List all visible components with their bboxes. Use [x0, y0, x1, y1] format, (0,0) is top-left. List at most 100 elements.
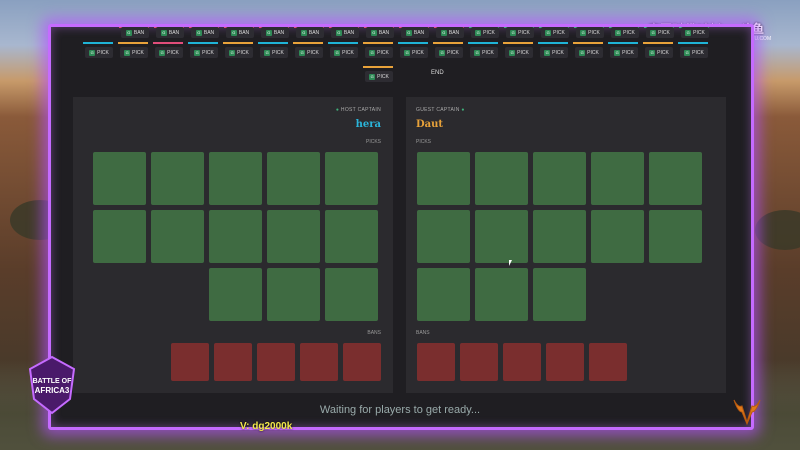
guest-pick-tile[interactable]	[533, 210, 586, 263]
slot-label: PICK	[517, 49, 529, 56]
host-pick-tile[interactable]	[267, 268, 320, 321]
host-picks-label: PICKS	[365, 139, 381, 145]
guest-pick-tile[interactable]	[475, 152, 528, 205]
guest-pick-tile[interactable]	[533, 152, 586, 205]
draft-slot: G PICK	[608, 31, 638, 58]
host-captain-name: hera	[355, 119, 381, 130]
slot-label: PICK	[622, 49, 634, 56]
status-waiting: Waiting for players to get ready...	[319, 404, 481, 416]
draft-slot: G PICK	[503, 31, 533, 58]
host-pick-tile[interactable]	[209, 152, 262, 205]
guest-panel: GUEST CAPTAIN ● Daut PICKS BANS	[406, 97, 726, 393]
guest-pick-tile[interactable]	[475, 210, 528, 263]
host-caption-label: ● HOST CAPTAIN	[335, 107, 381, 113]
slot-label: PICK	[342, 49, 354, 56]
slot-label: PICK	[237, 49, 249, 56]
slot-label: PICK	[552, 49, 564, 56]
host-pick-tile[interactable]	[325, 268, 378, 321]
host-ban-tile[interactable]	[343, 343, 381, 381]
draft-end-label: END	[431, 70, 444, 76]
slot-label: PICK	[202, 49, 214, 56]
guest-pick-tile[interactable]	[417, 210, 470, 263]
slot-pill: G PICK	[330, 47, 358, 58]
slot-label: PICK	[97, 49, 109, 56]
host-ban-tile[interactable]	[257, 343, 295, 381]
slot-color-bar	[643, 42, 673, 44]
civ-badge-icon: G	[334, 49, 341, 56]
draft-window: G BAN G BAN G BAN G BAN G BAN G BAN G BAN G BAN G BAN G BAN…	[48, 24, 754, 430]
slot-pill: G PICK	[435, 47, 463, 58]
slot-color-bar	[538, 42, 568, 44]
viewer-caption: V: dg2000k	[240, 421, 293, 432]
slot-label: PICK	[412, 49, 424, 56]
guest-pick-tile[interactable]	[649, 210, 702, 263]
host-pick-tile[interactable]	[267, 152, 320, 205]
host-pick-tile[interactable]	[209, 268, 262, 321]
slot-label: PICK	[447, 49, 459, 56]
draft-slot: G PICK	[468, 31, 498, 58]
slot-pill: G PICK	[645, 47, 673, 58]
guest-bans-label: BANS	[416, 330, 430, 336]
civ-badge-icon: G	[194, 49, 201, 56]
host-ban-tile[interactable]	[214, 343, 252, 381]
slot-pill: G PICK	[225, 47, 253, 58]
guest-pick-tile[interactable]	[417, 152, 470, 205]
draft-slot: G PICK	[678, 31, 708, 58]
draft-slot-final: G PICK	[363, 55, 393, 82]
host-panel: ● HOST CAPTAIN hera PICKS BANS	[73, 97, 393, 393]
slot-color-bar	[503, 42, 533, 44]
guest-ready-dot-icon: ●	[459, 107, 465, 113]
host-pick-tile[interactable]	[325, 152, 378, 205]
slot-pill: G PICK	[540, 47, 568, 58]
guest-pick-tile[interactable]	[591, 152, 644, 205]
slot-color-bar	[188, 42, 218, 44]
draft-slot: G PICK	[118, 31, 148, 58]
slot-color-bar	[293, 42, 323, 44]
slot-color-bar	[118, 42, 148, 44]
slot-label: PICK	[587, 49, 599, 56]
host-pick-tile[interactable]	[209, 210, 262, 263]
host-ban-tile[interactable]	[171, 343, 209, 381]
civ-badge-icon: G	[509, 49, 516, 56]
guest-pick-tile[interactable]	[591, 210, 644, 263]
host-pick-tile[interactable]	[151, 210, 204, 263]
slot-pill: G PICK	[190, 47, 218, 58]
slot-pill: G PICK	[120, 47, 148, 58]
host-pick-tile[interactable]	[93, 210, 146, 263]
guest-pick-tile[interactable]	[533, 268, 586, 321]
host-ban-tile[interactable]	[300, 343, 338, 381]
guest-pick-tile[interactable]	[417, 268, 470, 321]
guest-pick-tile[interactable]	[649, 152, 702, 205]
guest-ban-tile[interactable]	[546, 343, 584, 381]
slot-color-bar	[398, 42, 428, 44]
slot-label: PICK	[377, 73, 389, 80]
guest-pick-tile[interactable]	[475, 268, 528, 321]
guest-ban-tile[interactable]	[460, 343, 498, 381]
host-pick-tile[interactable]	[267, 210, 320, 263]
draft-slot: G PICK	[433, 31, 463, 58]
draft-slot: G PICK	[153, 31, 183, 58]
draft-slot: G PICK	[188, 31, 218, 58]
slot-pill: G PICK	[85, 47, 113, 58]
host-pick-tile[interactable]	[151, 152, 204, 205]
civ-badge-icon: G	[264, 49, 271, 56]
slot-color-bar	[153, 42, 183, 44]
slot-pill: G PICK	[470, 47, 498, 58]
civ-badge-icon: G	[229, 49, 236, 56]
host-pick-tile[interactable]	[93, 152, 146, 205]
mouse-cursor-icon	[509, 260, 512, 266]
slot-label: PICK	[307, 49, 319, 56]
slot-color-bar	[363, 42, 393, 44]
civ-badge-icon: G	[544, 49, 551, 56]
civ-badge-icon: G	[404, 49, 411, 56]
draft-slot: G PICK	[643, 31, 673, 58]
bull-logo-icon	[733, 399, 761, 426]
guest-ban-tile[interactable]	[589, 343, 627, 381]
host-pick-tile[interactable]	[325, 210, 378, 263]
guest-ban-tile[interactable]	[417, 343, 455, 381]
slot-pill: G PICK	[575, 47, 603, 58]
slot-pill: G PICK	[155, 47, 183, 58]
guest-ban-tile[interactable]	[503, 343, 541, 381]
draft-slot: G PICK	[328, 31, 358, 58]
slot-color-bar	[468, 42, 498, 44]
